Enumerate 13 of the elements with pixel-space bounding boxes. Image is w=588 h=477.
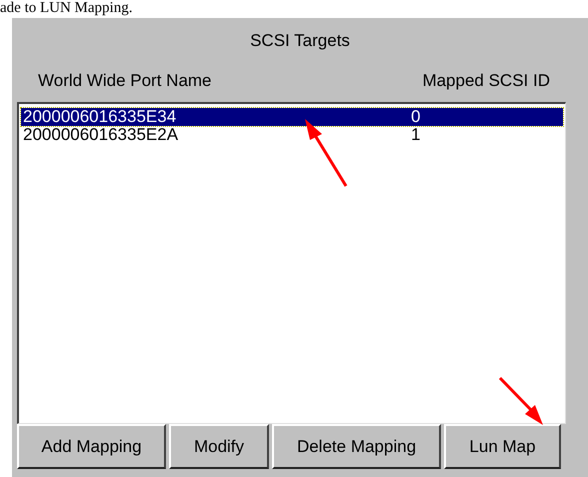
dialog-button[interactable]: Lun Map (444, 424, 561, 469)
list-row[interactable]: 2000006016335E2A 1 (21, 126, 563, 144)
arrow-annotation (498, 376, 543, 425)
arrow-annotation (305, 119, 348, 187)
column-header: World Wide Port Name (38, 70, 212, 92)
column-header: Mapped SCSI ID (422, 70, 550, 92)
dialog-button[interactable]: Add Mapping (17, 424, 166, 469)
dialog-button[interactable]: Modify (169, 424, 269, 469)
list-row[interactable]: 2000006016335E34 0 (21, 108, 563, 126)
caption-text: ade to LUN Mapping. (0, 0, 132, 17)
group-title: SCSI Targets (250, 30, 350, 52)
dialog-button[interactable]: Delete Mapping (272, 424, 441, 469)
target-list[interactable]: 2000006016335E34 0 2000006016335E2A 1 (17, 102, 566, 424)
